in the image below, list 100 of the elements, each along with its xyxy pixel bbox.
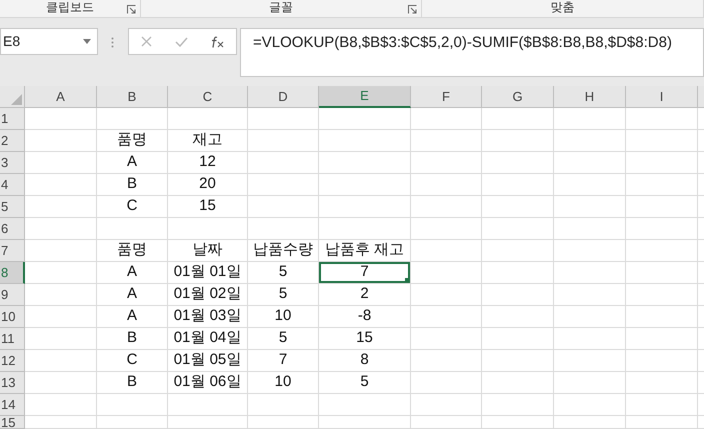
cell[interactable] [626,240,698,262]
insert-function-icon[interactable] [210,36,224,48]
cell[interactable]: C [97,196,168,218]
row-header[interactable]: 5 [0,196,25,218]
cell[interactable] [482,328,554,350]
name-box[interactable]: E8 [0,28,98,55]
dialog-launcher-icon[interactable] [127,5,136,14]
cell[interactable]: 5 [248,328,319,350]
cell[interactable] [411,152,482,174]
cell[interactable] [411,350,482,372]
cell[interactable] [482,306,554,328]
cell[interactable] [482,196,554,218]
row-header[interactable]: 2 [0,130,25,152]
cell[interactable]: 품명 [97,130,168,152]
cell[interactable]: 7 [319,262,411,284]
cell[interactable] [626,328,698,350]
cell[interactable] [554,174,626,196]
cell[interactable] [482,372,554,394]
cell[interactable] [25,416,97,429]
cell[interactable] [411,394,482,416]
cell[interactable] [25,372,97,394]
cell[interactable] [554,196,626,218]
cell[interactable] [248,152,319,174]
cell[interactable] [626,130,698,152]
cell[interactable] [168,218,248,240]
cell[interactable] [626,284,698,306]
cell[interactable] [626,416,698,429]
cell[interactable] [248,394,319,416]
cell[interactable] [554,152,626,174]
cell[interactable]: 12 [168,152,248,174]
cell[interactable]: 품명 [97,240,168,262]
select-all-button[interactable] [0,86,25,108]
cell[interactable]: B [97,174,168,196]
row-header[interactable]: 1 [0,108,25,130]
cell[interactable] [482,240,554,262]
cell[interactable]: A [97,284,168,306]
cell[interactable] [626,394,698,416]
cell[interactable] [482,108,554,130]
cell[interactable] [97,416,168,429]
dialog-launcher-icon[interactable] [408,5,417,14]
cell[interactable] [554,240,626,262]
cell[interactable] [554,130,626,152]
cell[interactable] [319,394,411,416]
cell[interactable] [411,174,482,196]
cell[interactable]: 15 [168,196,248,218]
cell[interactable] [411,108,482,130]
row-header[interactable]: 7 [0,240,25,262]
cell[interactable] [25,328,97,350]
cell[interactable] [411,240,482,262]
more-options-icon[interactable] [111,37,114,48]
cell[interactable] [411,328,482,350]
row-header[interactable]: 9 [0,284,25,306]
cell[interactable] [482,218,554,240]
cell[interactable] [554,262,626,284]
cell[interactable] [319,174,411,196]
cell[interactable] [411,306,482,328]
cancel-icon[interactable] [140,36,152,47]
cell[interactable] [554,284,626,306]
cell[interactable] [25,174,97,196]
column-header[interactable]: E [319,86,411,108]
cell[interactable] [319,130,411,152]
cell[interactable]: 2 [319,284,411,306]
cell[interactable] [97,218,168,240]
enter-check-icon[interactable] [174,36,188,46]
cell[interactable]: A [97,262,168,284]
cell[interactable] [319,416,411,429]
cell[interactable] [482,152,554,174]
cell[interactable] [626,218,698,240]
cell[interactable]: 01월 05일 [168,350,248,372]
cell[interactable]: -8 [319,306,411,328]
cell[interactable] [168,394,248,416]
cell[interactable]: 01월 01일 [168,262,248,284]
column-header[interactable]: H [554,86,626,108]
cell[interactable] [411,262,482,284]
cell[interactable] [411,416,482,429]
cell[interactable] [97,394,168,416]
column-header[interactable]: D [248,86,319,108]
cell[interactable] [25,394,97,416]
row-header[interactable]: 6 [0,218,25,240]
cell[interactable] [168,108,248,130]
cell[interactable] [248,174,319,196]
cell[interactable] [25,108,97,130]
cell[interactable] [25,350,97,372]
cell[interactable] [248,130,319,152]
cell[interactable]: B [97,328,168,350]
cell[interactable] [25,306,97,328]
cell[interactable]: 01월 06일 [168,372,248,394]
cell[interactable] [25,196,97,218]
column-header[interactable]: F [411,86,482,108]
column-header[interactable] [698,86,704,108]
cell[interactable] [482,174,554,196]
row-header[interactable]: 12 [0,350,25,372]
cell[interactable] [411,218,482,240]
cell[interactable] [626,262,698,284]
row-header[interactable]: 14 [0,394,25,416]
cell[interactable] [97,108,168,130]
cell[interactable] [25,130,97,152]
cell[interactable] [411,372,482,394]
cell[interactable] [626,196,698,218]
cell[interactable] [25,240,97,262]
